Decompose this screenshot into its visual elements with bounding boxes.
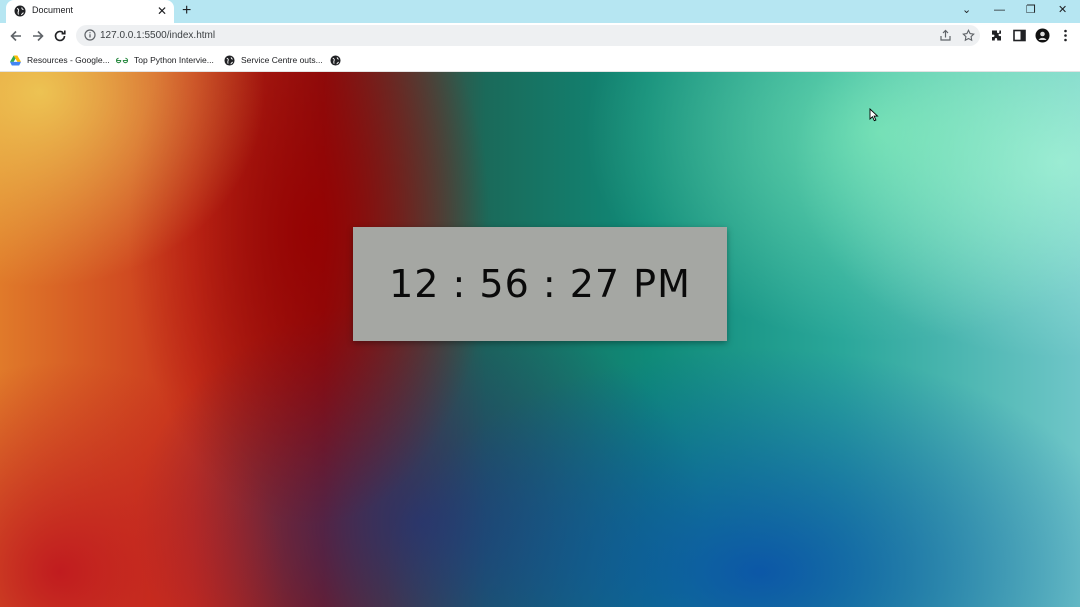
tab-document[interactable]: Document ✕	[6, 0, 174, 23]
new-tab-button[interactable]: +	[182, 1, 191, 21]
tab-title: Document	[32, 5, 74, 15]
restore-button[interactable]: ❐	[1026, 2, 1036, 18]
bookmark-item[interactable]	[330, 53, 347, 67]
tab-strip: Document ✕ + ⌄ — ❐ ✕	[0, 0, 1080, 23]
minimize-button[interactable]: —	[994, 2, 1005, 18]
address-bar[interactable]: 127.0.0.1:5500/index.html	[76, 25, 980, 46]
profile-avatar-icon[interactable]	[1035, 28, 1050, 43]
tab-close-button[interactable]: ✕	[157, 3, 167, 19]
bookmark-item[interactable]: Resources - Google...	[10, 53, 110, 67]
bookmark-star-icon[interactable]	[962, 29, 975, 42]
bookmark-label: Resources - Google...	[27, 55, 110, 65]
globe-icon	[330, 54, 341, 66]
tab-search-button[interactable]: ⌄	[962, 2, 971, 18]
page-viewport: 12 : 56 : 27 PM	[0, 72, 1080, 607]
extensions-icon[interactable]	[989, 28, 1004, 43]
info-icon[interactable]	[84, 29, 96, 41]
reload-icon[interactable]	[52, 28, 68, 44]
url-text[interactable]: 127.0.0.1:5500/index.html	[100, 30, 215, 41]
globe-icon	[224, 54, 235, 66]
bookmark-label: Top Python Intervie...	[134, 55, 214, 65]
clock-time: 12 : 56 : 27 PM	[389, 262, 691, 306]
bookmarks-bar: Resources - Google... Top Python Intervi…	[0, 49, 1080, 72]
globe-icon	[14, 5, 26, 17]
forward-icon[interactable]	[30, 28, 46, 44]
browser-toolbar: 127.0.0.1:5500/index.html	[0, 23, 1080, 49]
more-menu-icon[interactable]	[1058, 28, 1073, 43]
gfg-icon	[116, 57, 128, 63]
side-panel-icon[interactable]	[1012, 28, 1027, 43]
bookmark-label: Service Centre outs...	[241, 55, 323, 65]
back-icon[interactable]	[8, 28, 24, 44]
close-window-button[interactable]: ✕	[1058, 2, 1067, 18]
bookmark-item[interactable]: Top Python Intervie...	[116, 53, 214, 67]
share-icon[interactable]	[939, 29, 952, 42]
bookmark-item[interactable]: Service Centre outs...	[224, 53, 323, 67]
drive-icon	[10, 54, 21, 66]
mouse-cursor-icon	[869, 108, 879, 122]
clock-card: 12 : 56 : 27 PM	[353, 227, 727, 341]
